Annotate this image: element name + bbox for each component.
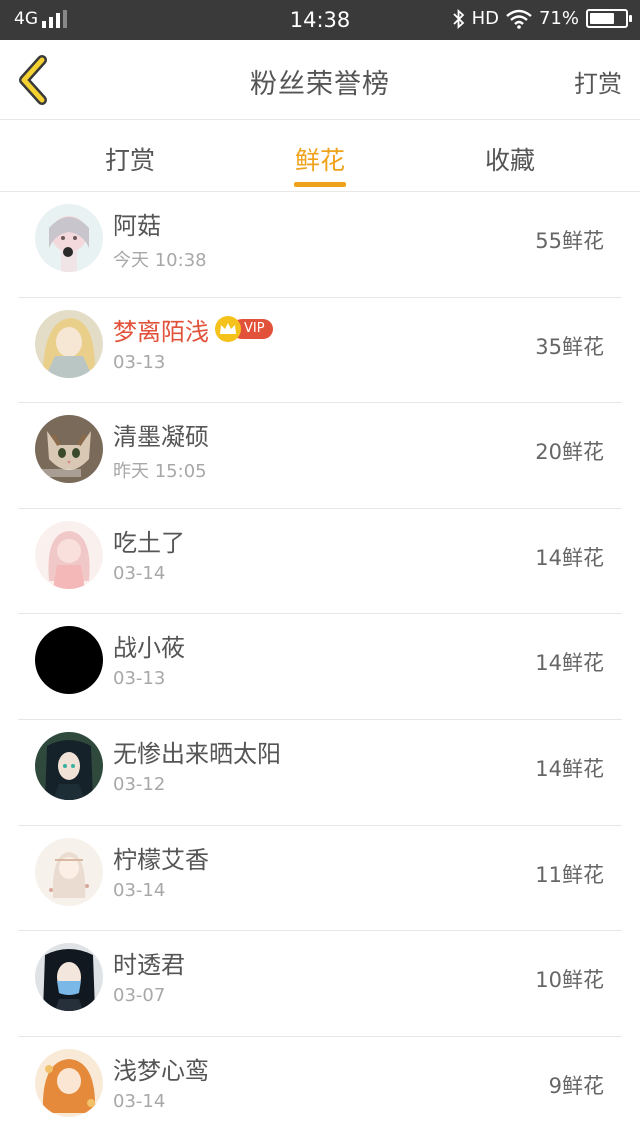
back-button[interactable]	[12, 54, 64, 106]
avatar	[35, 309, 103, 378]
crown-icon	[215, 316, 241, 343]
fan-list: 阿菇 今天 10:38 55鲜花 梦离陌浅 VIP 03-13 35鲜花 清墨凝…	[18, 192, 622, 1138]
list-item[interactable]: 无惨出来晒太阳 03-12 14鲜花	[18, 720, 622, 826]
fan-time: 03-14	[113, 879, 166, 901]
fan-name: 吃土了	[113, 528, 185, 557]
tab-favorites[interactable]: 收藏	[450, 141, 570, 177]
list-item[interactable]: 吃土了 03-14 14鲜花	[18, 509, 622, 615]
avatar	[35, 837, 103, 906]
list-item[interactable]: 浅梦心鸾 03-14 9鲜花	[18, 1037, 622, 1138]
active-tab-indicator	[294, 182, 346, 187]
avatar	[35, 943, 103, 1012]
fan-name: 时透君	[113, 951, 185, 980]
list-item[interactable]: 梦离陌浅 VIP 03-13 35鲜花	[18, 298, 622, 404]
flower-count: 14鲜花	[535, 545, 604, 570]
fan-name: 战小莜	[113, 634, 185, 663]
fan-name: 清墨凝硕	[113, 423, 209, 452]
fan-name: 梦离陌浅 VIP	[113, 312, 273, 347]
status-icons: HD 71%	[452, 8, 632, 29]
bluetooth-icon	[452, 8, 464, 29]
fan-time: 03-14	[113, 562, 166, 584]
vip-badge: VIP	[215, 316, 273, 343]
avatar	[35, 731, 103, 800]
tip-button[interactable]: 打赏	[574, 64, 622, 99]
chevron-left-icon	[19, 55, 47, 105]
flower-count: 11鲜花	[535, 862, 604, 887]
hd-label: HD	[471, 8, 499, 29]
fan-time: 03-13	[113, 668, 166, 690]
fan-name: 浅梦心鸾	[113, 1056, 209, 1085]
list-item[interactable]: 战小莜 03-13 14鲜花	[18, 614, 622, 720]
wifi-icon	[506, 9, 532, 29]
avatar	[35, 415, 103, 484]
fan-name: 阿菇	[113, 212, 161, 240]
tab-flowers[interactable]: 鲜花	[260, 141, 380, 177]
fan-name: 柠檬艾香	[113, 845, 209, 874]
list-item[interactable]: 柠檬艾香 03-14 11鲜花	[18, 826, 622, 932]
fan-time: 03-13	[113, 351, 166, 373]
list-item[interactable]: 清墨凝硕 昨天 15:05 20鲜花	[18, 403, 622, 509]
battery-percent: 71%	[538, 8, 579, 29]
battery-level	[590, 13, 615, 24]
flower-count: 10鲜花	[535, 968, 604, 993]
flower-count: 9鲜花	[548, 1073, 604, 1098]
list-item[interactable]: 时透君 03-07 10鲜花	[18, 931, 622, 1037]
flower-count: 14鲜花	[535, 651, 604, 676]
fan-time: 03-12	[113, 773, 166, 795]
avatar	[35, 1048, 103, 1117]
tab-bar: 打赏 鲜花 收藏	[0, 121, 640, 192]
avatar	[35, 204, 103, 272]
fan-time: 昨天 15:05	[113, 461, 207, 483]
fan-time: 03-14	[113, 1090, 166, 1112]
tab-tip[interactable]: 打赏	[70, 141, 190, 177]
flower-count: 35鲜花	[535, 334, 604, 359]
flower-count: 14鲜花	[535, 756, 604, 781]
avatar	[35, 520, 103, 589]
app-header: 粉丝荣誉榜 打赏	[0, 40, 640, 120]
page-title: 粉丝荣誉榜	[250, 69, 390, 100]
fan-name: 无惨出来晒太阳	[113, 739, 281, 768]
avatar	[35, 626, 103, 695]
list-item[interactable]: 阿菇 今天 10:38 55鲜花	[18, 192, 622, 298]
status-bar: 4G 14:38 HD 71%	[0, 0, 640, 40]
flower-count: 55鲜花	[535, 229, 604, 253]
flower-count: 20鲜花	[535, 440, 604, 465]
fan-time: 今天 10:38	[113, 250, 207, 271]
battery-icon	[586, 9, 632, 28]
fan-time: 03-07	[113, 985, 166, 1007]
